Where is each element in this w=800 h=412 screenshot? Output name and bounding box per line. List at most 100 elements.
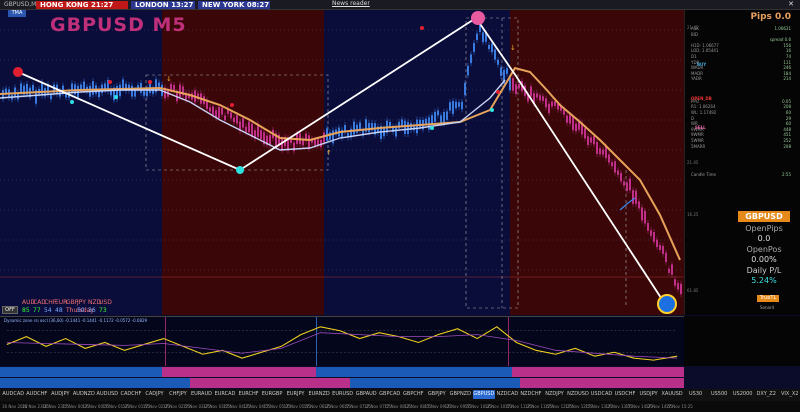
candle-body bbox=[356, 124, 358, 133]
candle-body bbox=[92, 81, 94, 95]
arrow-marker: ↓ bbox=[510, 44, 516, 52]
symbol-tab[interactable]: USDJPY bbox=[637, 390, 660, 399]
trading-terminal: GBPUSD,M5 HONG KONG 21:27 LONDON 13:27 N… bbox=[0, 0, 800, 412]
candle-body bbox=[407, 122, 409, 135]
price-chart[interactable]: ↓ ↓ ↑ bbox=[0, 10, 684, 315]
panel-row: 5MARR 208 bbox=[691, 144, 791, 149]
symbol-tab[interactable]: AUDCAD bbox=[2, 390, 25, 399]
candle-body bbox=[425, 118, 427, 125]
symbol-tab[interactable]: GBPCHF bbox=[402, 390, 425, 399]
candle-body bbox=[131, 85, 133, 97]
panel-row: D1 74 bbox=[691, 54, 791, 59]
strength-value: 48 bbox=[55, 307, 63, 314]
symbol-tab[interactable]: GBPCAD bbox=[378, 390, 401, 399]
panel-row-key: MADR bbox=[691, 70, 704, 76]
symbol-tab[interactable]: AUDCHF bbox=[26, 390, 49, 399]
candle-body bbox=[617, 170, 619, 175]
candle-body bbox=[665, 252, 667, 262]
account-box: GBPUSD OpenPips 0.0 OpenPos 0.00% Daily … bbox=[738, 211, 790, 297]
symbol-tab[interactable]: NZDCHF bbox=[520, 390, 543, 399]
candle-body bbox=[596, 142, 598, 154]
signal-sell: SELL bbox=[695, 125, 706, 130]
symbol-tab[interactable]: NZDUSD bbox=[567, 390, 590, 399]
open-pos-value: 0.00% bbox=[751, 255, 777, 264]
symbol-tab[interactable]: NZDCAD bbox=[496, 390, 519, 399]
panel-row-value: 60 bbox=[785, 121, 791, 127]
indicator-badge[interactable]: TMA bbox=[8, 10, 26, 17]
panel-row-key: D bbox=[691, 115, 695, 121]
panel-row-key: YADR bbox=[691, 76, 702, 82]
session-zone-bull bbox=[0, 10, 162, 315]
symbol-tab[interactable]: EURJPY bbox=[284, 390, 307, 399]
panel-row-value: 74 bbox=[785, 54, 791, 59]
symbol-tab[interactable]: EURCAD bbox=[214, 390, 237, 399]
symbol-tab[interactable]: VIX_X2 bbox=[778, 390, 800, 399]
panel-row-key: Candle Time bbox=[691, 171, 716, 177]
swing-low-marker bbox=[236, 166, 244, 174]
candle-body bbox=[416, 119, 418, 134]
symbol-tab[interactable]: EURGBP bbox=[261, 390, 284, 399]
symbol-tab[interactable]: CHFJPY bbox=[167, 390, 190, 399]
candle-body bbox=[674, 279, 676, 286]
candle-body bbox=[170, 83, 172, 90]
symbol-tab[interactable]: DXY_Z2 bbox=[755, 390, 778, 399]
candle-body bbox=[482, 32, 484, 43]
symbol-tab[interactable]: US500 bbox=[708, 390, 731, 399]
symbol-tab[interactable]: AUDJPY bbox=[49, 390, 72, 399]
symbol-tab[interactable]: CADJPY bbox=[143, 390, 166, 399]
candle-body bbox=[143, 90, 145, 96]
symbol-tab[interactable]: US30 bbox=[684, 390, 707, 399]
symbol-tab[interactable]: EURAUD bbox=[190, 390, 213, 399]
candle-body bbox=[650, 230, 652, 236]
panel-row: ASK 1.06631 bbox=[691, 26, 791, 31]
panel-row-value: 214 bbox=[783, 76, 791, 82]
symbol-tab[interactable]: EURNZD bbox=[308, 390, 331, 399]
candle-body bbox=[314, 139, 316, 146]
candle-body bbox=[620, 172, 622, 182]
clock-london: LONDON 13:27 bbox=[131, 1, 195, 9]
panel-row-key: 9WMR bbox=[691, 132, 704, 138]
open-pips-label: OpenPips bbox=[745, 224, 783, 233]
candle-body bbox=[434, 111, 436, 122]
strength-overlay: Thursday bbox=[66, 307, 94, 314]
symbol-tab[interactable]: GBPJPY bbox=[426, 390, 449, 399]
oscillator-line bbox=[6, 326, 678, 361]
oscillator-label: Dynamic zone rsi oscl (36,60) -0.1441 -0… bbox=[4, 318, 148, 323]
symbol-tab[interactable]: GBPUSD bbox=[472, 390, 496, 399]
candle-body bbox=[662, 246, 664, 254]
candle-body bbox=[518, 84, 520, 89]
symbol-tab[interactable]: USDCAD bbox=[590, 390, 613, 399]
panel-row-value: 184 bbox=[783, 70, 791, 76]
symbol-tab[interactable]: US2000 bbox=[731, 390, 754, 399]
truetl-button[interactable]: TrueTL bbox=[757, 295, 779, 302]
symbol-tab[interactable]: EURCHF bbox=[237, 390, 260, 399]
symbol-tab[interactable]: GBPNZD bbox=[449, 390, 472, 399]
price-tick: 16.25 bbox=[687, 212, 699, 217]
candle-body bbox=[443, 111, 445, 124]
candle-body bbox=[209, 107, 211, 112]
panel-row-value: 0.05 bbox=[782, 98, 791, 104]
symbol-tab[interactable]: AUDUSD bbox=[96, 390, 119, 399]
chart-title: GBPUSD M5 bbox=[50, 14, 187, 36]
symbol-tab[interactable]: XAUUSD bbox=[661, 390, 684, 399]
strength-value: 54 bbox=[44, 307, 52, 314]
arrow-marker: ↓ bbox=[166, 75, 172, 83]
candle-body bbox=[470, 54, 472, 64]
trend-bars bbox=[0, 367, 684, 388]
strength-currency: CAD bbox=[33, 299, 46, 306]
off-button[interactable]: OFF bbox=[2, 306, 18, 314]
candle-body bbox=[545, 98, 547, 108]
strength-currency: JPY bbox=[77, 299, 86, 306]
news-reader-link[interactable]: News reader bbox=[332, 0, 370, 7]
candle-body bbox=[224, 115, 226, 121]
candle-body bbox=[563, 109, 565, 115]
symbol-tab[interactable]: EURUSD bbox=[331, 390, 354, 399]
symbol-tab[interactable]: NZDJPY bbox=[543, 390, 566, 399]
symbol-tab[interactable]: AUDNZD bbox=[73, 390, 96, 399]
candle-body bbox=[590, 137, 592, 143]
symbol-tab[interactable]: USDCHF bbox=[614, 390, 637, 399]
symbol-tab[interactable]: CADCHF bbox=[120, 390, 143, 399]
candle-body bbox=[179, 84, 181, 98]
symbol-tab[interactable]: GBPAUD bbox=[355, 390, 378, 399]
close-icon[interactable]: ✕ bbox=[785, 0, 797, 10]
